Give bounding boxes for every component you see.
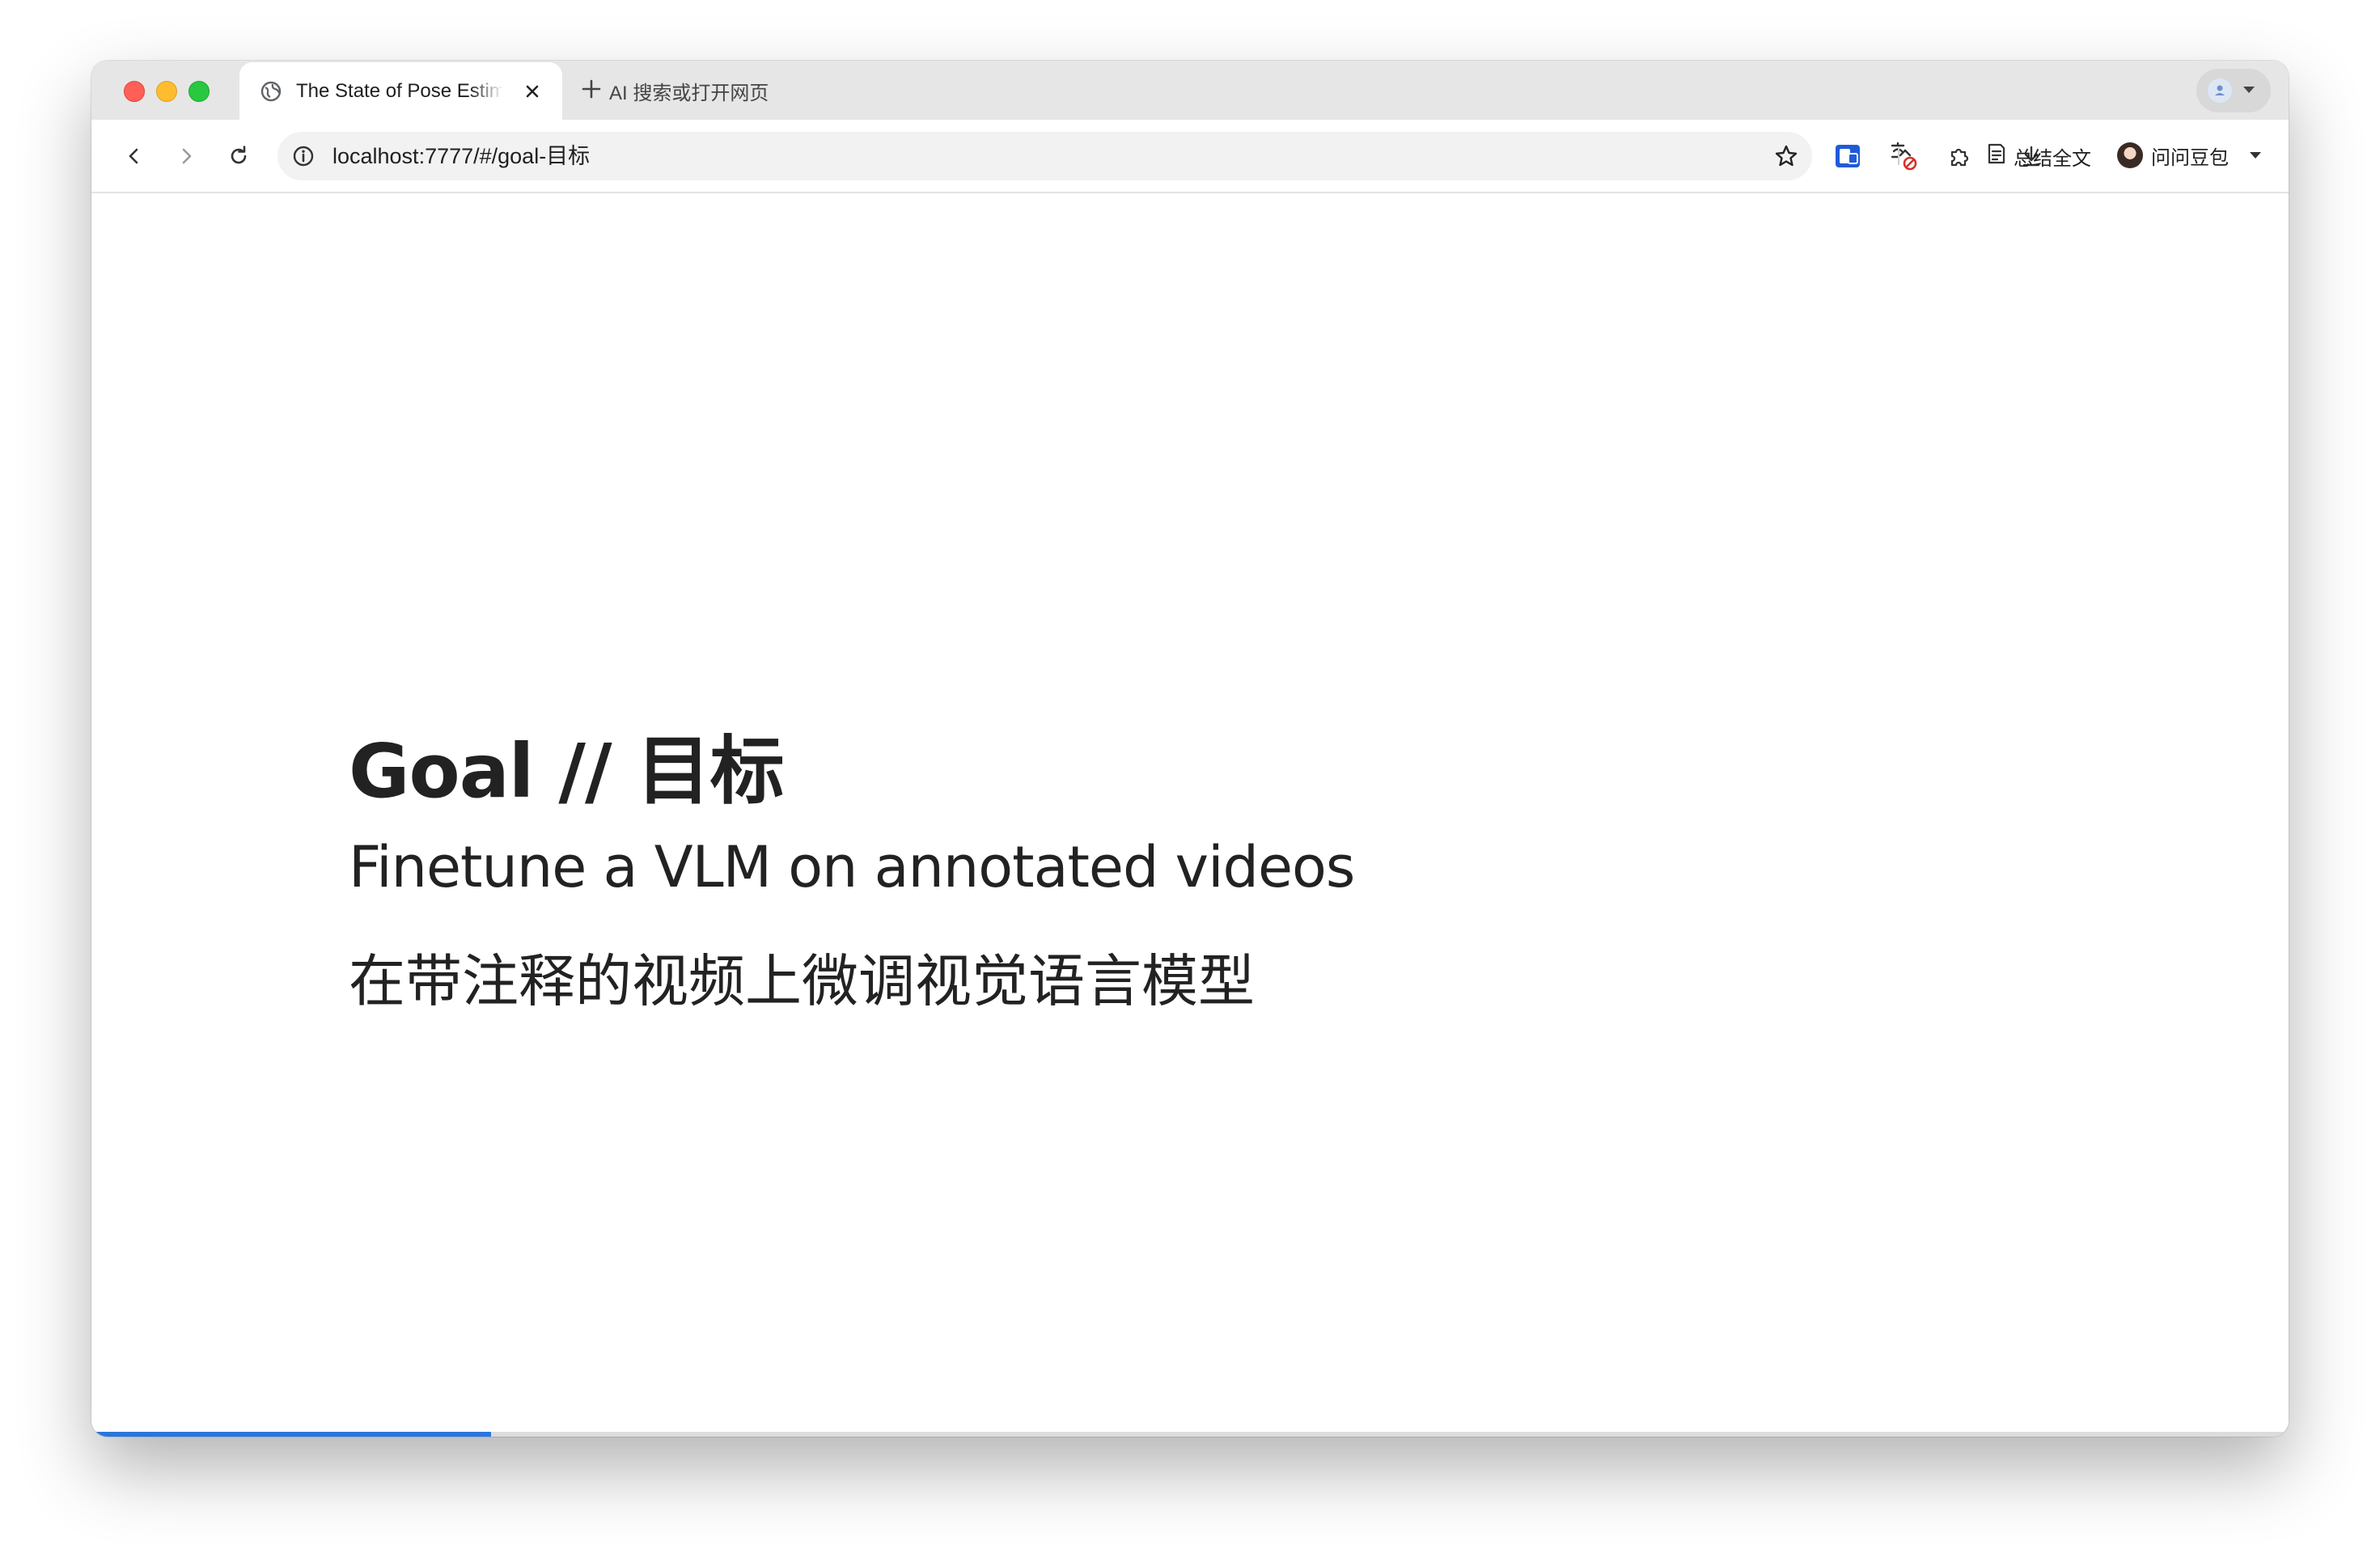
url-text: localhost:7777/#/goal-目标 <box>332 144 591 168</box>
back-arrow-icon <box>129 148 138 164</box>
back-button[interactable] <box>119 141 150 171</box>
translate-disabled-icon[interactable] <box>1887 141 1918 171</box>
close-icon[interactable] <box>521 80 544 103</box>
reload-button[interactable] <box>223 141 254 171</box>
address-bar[interactable]: localhost:7777/#/goal-目标 <box>277 132 1812 180</box>
browser-window: The State of Pose Estimation AI 搜索或打开网页 <box>91 61 2289 1437</box>
doubao-label: 问问豆包 <box>2151 146 2229 169</box>
bookmark-star-icon[interactable] <box>1773 143 1799 169</box>
site-info-icon[interactable] <box>292 145 315 167</box>
tab-active[interactable]: The State of Pose Estimation <box>239 62 562 120</box>
chevron-down-icon[interactable] <box>2250 152 2261 159</box>
slide-title: Goal // 目标 <box>349 728 785 815</box>
page-content: Goal // 目标 Finetune a VLM on annotated v… <box>91 193 2289 1437</box>
forward-button[interactable] <box>171 141 201 171</box>
globe-icon <box>260 81 282 102</box>
new-tab-button[interactable]: AI 搜索或打开网页 <box>582 75 769 106</box>
toolbar-divider <box>1898 147 1899 165</box>
close-window-button[interactable] <box>124 81 145 102</box>
tab-strip: The State of Pose Estimation AI 搜索或打开网页 <box>91 61 2289 120</box>
forward-arrow-icon <box>182 148 192 164</box>
new-tab-label: AI 搜索或打开网页 <box>609 82 769 104</box>
profile-menu-button[interactable] <box>2196 69 2271 112</box>
slide-subtitle-chinese: 在带注释的视频上微调视觉语言模型 <box>349 948 1255 1014</box>
extension-blue-icon[interactable] <box>1832 141 1863 171</box>
maximize-window-button[interactable] <box>188 81 210 102</box>
profile-avatar-icon <box>2208 78 2232 103</box>
document-icon <box>1986 142 2007 171</box>
reload-icon <box>231 146 247 164</box>
summarize-button[interactable]: 总结全文 <box>1986 141 2091 171</box>
tab-title: The State of Pose Estimation <box>296 80 503 102</box>
toolbar: localhost:7777/#/goal-目标 总结全文 问问豆包 <box>91 120 2289 193</box>
chevron-down-icon <box>2243 87 2255 93</box>
minimize-window-button[interactable] <box>156 81 177 102</box>
doubao-avatar-icon <box>2117 142 2143 168</box>
slide-progress-bar <box>91 1432 2289 1437</box>
summarize-label: 总结全文 <box>2014 147 2091 170</box>
doubao-button[interactable]: 问问豆包 <box>2117 139 2261 171</box>
plus-icon <box>582 79 601 103</box>
slide-progress-fill <box>91 1432 492 1437</box>
slide-subtitle-english: Finetune a VLM on annotated videos <box>349 834 1355 900</box>
extensions-puzzle-icon[interactable] <box>1944 141 1975 171</box>
